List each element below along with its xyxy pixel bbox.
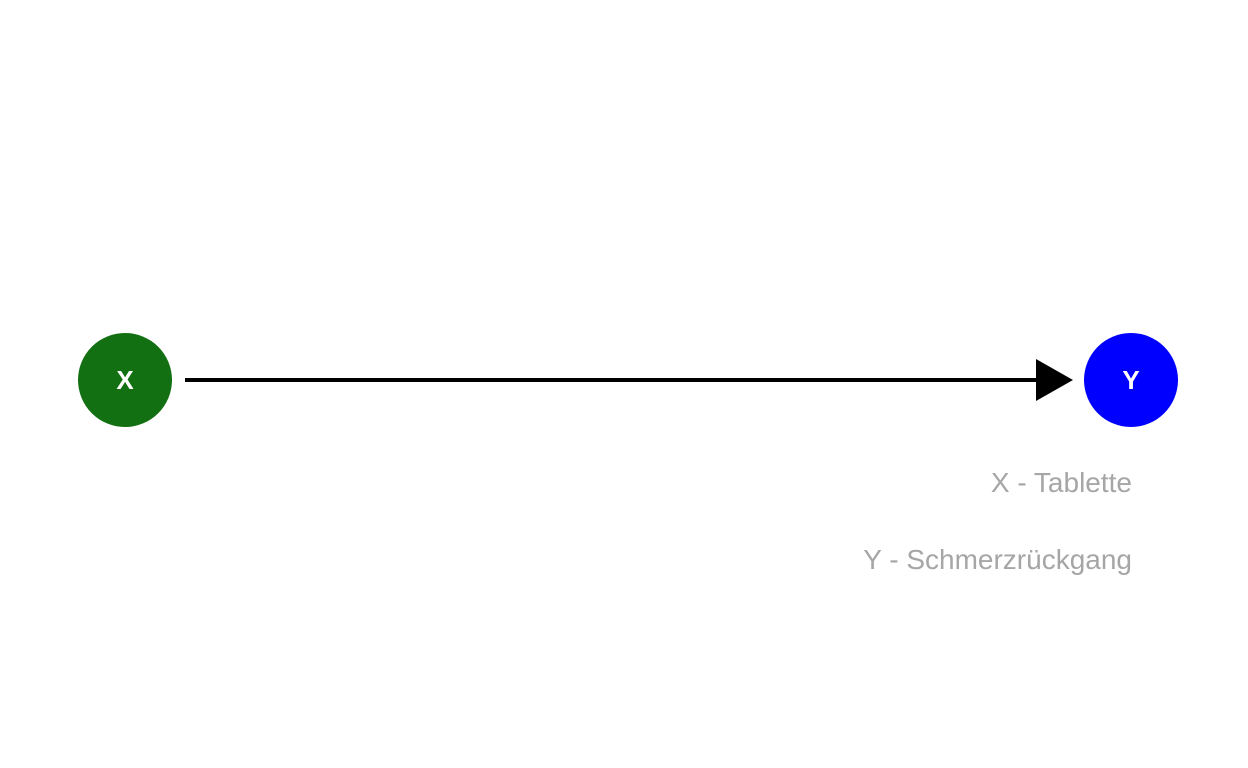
legend-y-definition: Y - Schmerzrückgang bbox=[863, 544, 1132, 575]
node-x-label: X bbox=[116, 365, 134, 395]
node-y: Y bbox=[1084, 333, 1178, 427]
legend-x-definition: X - Tablette bbox=[990, 467, 1132, 498]
edge-arrowhead bbox=[1036, 359, 1073, 401]
node-x: X bbox=[78, 333, 172, 427]
causal-diagram: X Y bbox=[78, 333, 1178, 427]
node-y-label: Y bbox=[1122, 365, 1139, 395]
